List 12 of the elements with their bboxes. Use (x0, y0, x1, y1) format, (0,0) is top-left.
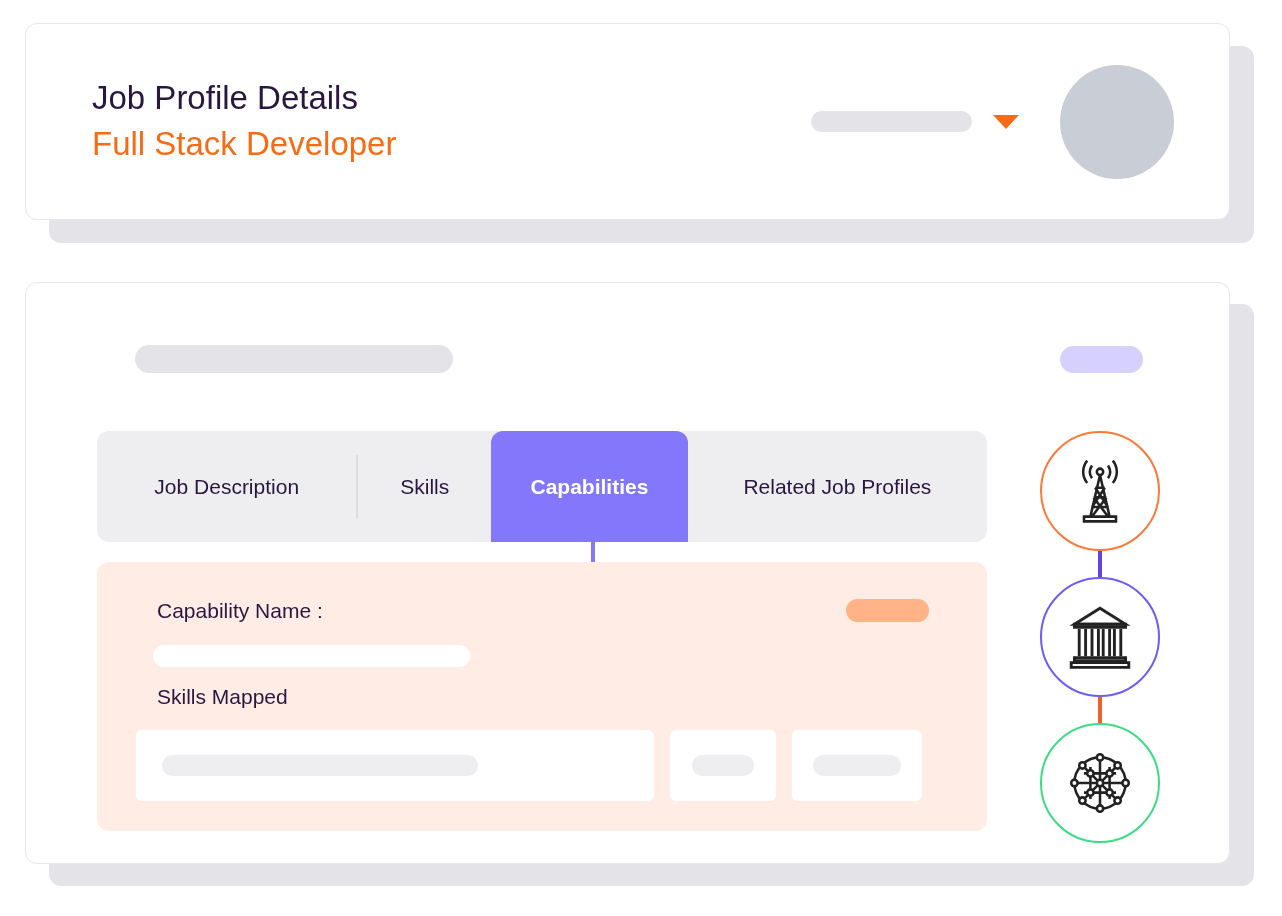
tab[interactable]: Related Job Profiles (687, 431, 987, 542)
name-field[interactable] (153, 644, 470, 667)
tab[interactable]: Capabilities (491, 431, 688, 542)
dropdown-caret-icon[interactable] (992, 113, 1020, 130)
columned-building-icon (1068, 605, 1132, 669)
tab[interactable]: Skills (358, 431, 492, 542)
job-title: Full Stack Developer (92, 123, 397, 164)
tab[interactable]: Job Description (97, 431, 357, 542)
network-globe-icon (1068, 751, 1132, 815)
capability-name-label: Capability Name : (157, 598, 323, 624)
page-title: Job Profile Details (92, 77, 359, 118)
skills-mapped-label: Skills Mapped (157, 683, 289, 710)
